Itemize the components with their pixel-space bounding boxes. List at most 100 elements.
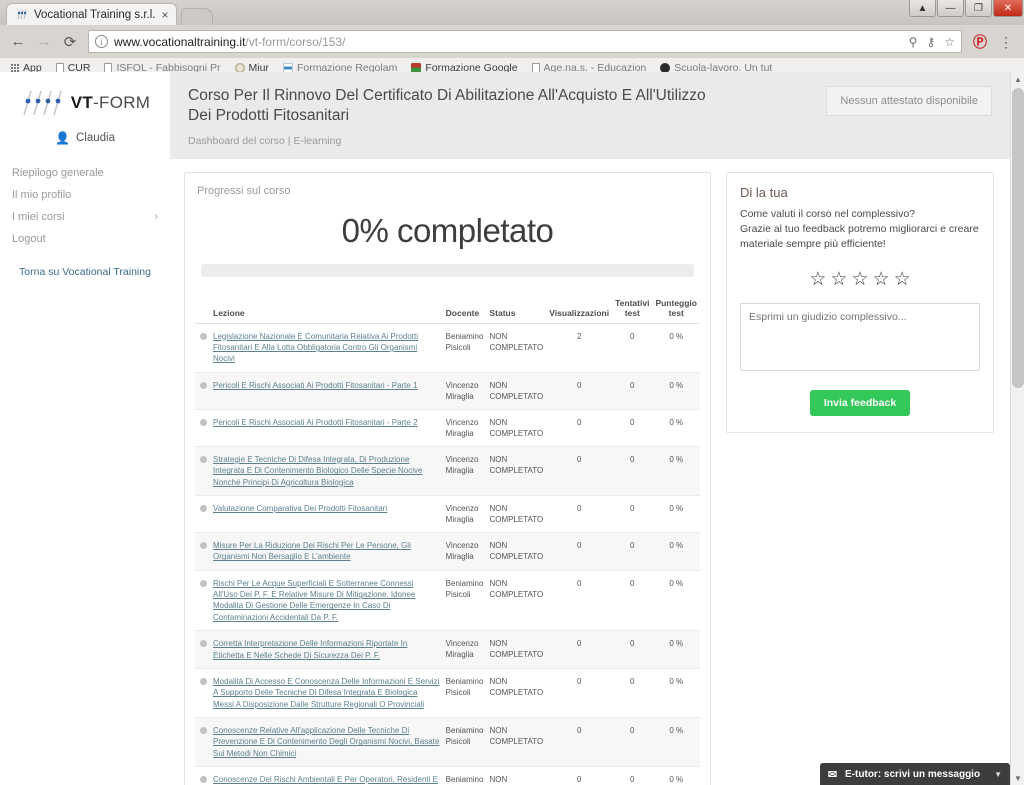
cell-docente: Beniamino Pisicoli bbox=[442, 668, 487, 718]
rating-stars[interactable]: ☆ ☆ ☆ ☆ ☆ bbox=[740, 270, 980, 289]
cell-docente: Beniamino Pisicoli bbox=[442, 766, 487, 785]
updates-icon[interactable]: ▲ bbox=[909, 0, 936, 17]
logo-brand-rest: -FORM bbox=[93, 93, 151, 112]
sidebar-user[interactable]: 👤 Claudia bbox=[0, 131, 170, 145]
page-scrollbar[interactable]: ▲ ▼ bbox=[1010, 72, 1024, 785]
table-row[interactable]: Valutazione Comparativa Dei Prodotti Fit… bbox=[195, 495, 700, 534]
site-info-icon[interactable]: i bbox=[95, 35, 108, 48]
cell-status: NON COMPLETATO bbox=[486, 668, 547, 718]
logo-mark-icon bbox=[20, 90, 66, 116]
maximize-button[interactable]: ❐ bbox=[965, 0, 992, 17]
cell-visualizzazioni: 0 bbox=[546, 570, 613, 632]
lesson-link[interactable]: Modalità Di Accesso E Conoscenza Delle I… bbox=[213, 677, 439, 709]
cell-visualizzazioni: 0 bbox=[546, 668, 613, 718]
lesson-link[interactable]: Legislazione Nazionale E Comunitaria Rel… bbox=[213, 332, 418, 364]
browser-menu-icon[interactable]: ⋮ bbox=[994, 30, 1018, 54]
table-row[interactable]: Pericoli E Rischi Associati Ai Prodotti … bbox=[195, 409, 700, 447]
scrollbar-thumb[interactable] bbox=[1012, 88, 1024, 388]
sidebar-item-riepilogo[interactable]: Riepilogo generale bbox=[0, 162, 170, 184]
table-row[interactable]: Conoscenze Relative All'applicazione Del… bbox=[195, 717, 700, 768]
star-icon[interactable]: ☆ bbox=[830, 270, 847, 289]
scroll-up-arrow[interactable]: ▲ bbox=[1011, 72, 1024, 86]
cell-tentativi: 0 bbox=[612, 717, 653, 768]
row-marker bbox=[195, 446, 210, 496]
row-marker bbox=[195, 372, 210, 410]
feedback-line-2: Grazie al tuo feedback potremo migliorar… bbox=[740, 222, 979, 251]
navigation-toolbar: ← → ⟳ i www.vocationaltraining.it/vt-for… bbox=[0, 25, 1024, 58]
feedback-textarea[interactable] bbox=[740, 303, 980, 372]
course-header: Corso Per Il Rinnovo Del Certificato Di … bbox=[170, 72, 1010, 159]
lesson-link[interactable]: Conoscenze Dei Rischi Ambientali E Per O… bbox=[213, 775, 438, 785]
table-row[interactable]: Corretta Interpretazione Delle Informazi… bbox=[195, 630, 700, 669]
reload-icon[interactable]: ⟳ bbox=[58, 30, 82, 54]
sidebar-item-logout[interactable]: Logout bbox=[0, 228, 170, 250]
cell-lezione: Pericoli E Rischi Associati Ai Prodotti … bbox=[210, 372, 443, 410]
scroll-down-arrow[interactable]: ▼ bbox=[1011, 771, 1024, 785]
sidebar-item-label: Riepilogo generale bbox=[12, 167, 104, 179]
cell-punteggio: 0 % bbox=[652, 717, 700, 768]
close-button[interactable]: ✕ bbox=[993, 0, 1023, 17]
lesson-link[interactable]: Strategie E Tecniche Di Difesa Integrata… bbox=[213, 455, 422, 487]
star-icon[interactable]: ☆ bbox=[873, 270, 890, 289]
status-bullet-icon bbox=[200, 677, 207, 685]
key-icon[interactable]: ⚷ bbox=[926, 35, 935, 49]
cell-status: NON COMPLETATO bbox=[486, 323, 547, 373]
table-row[interactable]: Rischi Per Le Acque Superficiali E Sotte… bbox=[195, 570, 700, 632]
cell-docente: Vincenzo Miraglia bbox=[442, 495, 487, 534]
th-tentativi-test: Tentativi test bbox=[612, 294, 653, 324]
cell-status: NON COMPLETATO bbox=[486, 495, 547, 534]
back-to-site-link[interactable]: Torna su Vocational Training bbox=[0, 266, 170, 278]
lesson-link[interactable]: Conoscenze Relative All'applicazione Del… bbox=[213, 726, 439, 758]
star-icon[interactable]: ☆ bbox=[851, 270, 868, 289]
bookmark-star-icon[interactable]: ☆ bbox=[944, 35, 955, 49]
envelope-icon: ✉ bbox=[827, 768, 838, 781]
sidebar-item-corsi[interactable]: I miei corsi › bbox=[0, 206, 170, 228]
forward-icon[interactable]: → bbox=[32, 30, 56, 54]
star-icon[interactable]: ☆ bbox=[894, 270, 911, 289]
table-row[interactable]: Conoscenze Dei Rischi Ambientali E Per O… bbox=[195, 766, 700, 785]
page-layout: VT-FORM 👤 Claudia Riepilogo generale Il … bbox=[0, 72, 1010, 785]
sidebar-item-profilo[interactable]: Il mio profilo bbox=[0, 184, 170, 206]
tab-close-icon[interactable]: × bbox=[161, 9, 168, 21]
cell-punteggio: 0 % bbox=[652, 372, 700, 410]
new-tab-button[interactable] bbox=[181, 8, 214, 25]
logo-brand-bold: VT bbox=[70, 93, 94, 112]
cell-lezione: Legislazione Nazionale E Comunitaria Rel… bbox=[210, 323, 443, 373]
th-lezione: Lezione bbox=[210, 294, 443, 324]
address-bar[interactable]: i www.vocationaltraining.it/vt-form/cors… bbox=[88, 30, 962, 53]
star-icon[interactable]: ☆ bbox=[809, 270, 826, 289]
lesson-link[interactable]: Rischi Per Le Acque Superficiali E Sotte… bbox=[213, 579, 415, 622]
vt-form-logo[interactable]: VT-FORM bbox=[0, 86, 170, 118]
search-icon[interactable]: ⚲ bbox=[909, 35, 918, 49]
sidebar-nav: Riepilogo generale Il mio profilo I miei… bbox=[0, 162, 170, 250]
lessons-table-head: Lezione Docente Status Visualizzazioni T… bbox=[195, 294, 700, 324]
table-row[interactable]: Misure Per La Riduzione Dei Rischi Per L… bbox=[195, 532, 700, 571]
lesson-link[interactable]: Valutazione Comparativa Dei Prodotti Fit… bbox=[213, 504, 387, 513]
table-row[interactable]: Pericoli E Rischi Associati Ai Prodotti … bbox=[195, 372, 700, 410]
table-row[interactable]: Strategie E Tecniche Di Difesa Integrata… bbox=[195, 446, 700, 496]
table-row[interactable]: Modalità Di Accesso E Conoscenza Delle I… bbox=[195, 668, 700, 718]
cell-status: NON COMPLETATO bbox=[486, 570, 547, 632]
send-feedback-button[interactable]: Invia feedback bbox=[809, 390, 911, 417]
minimize-button[interactable]: — bbox=[937, 0, 964, 17]
cell-visualizzazioni: 0 bbox=[546, 766, 613, 785]
certificate-button[interactable]: Nessun attestato disponibile bbox=[826, 86, 992, 116]
lesson-link[interactable]: Pericoli E Rischi Associati Ai Prodotti … bbox=[213, 418, 418, 427]
cell-status: NON COMPLETATO bbox=[486, 446, 547, 496]
pinterest-extension-icon[interactable]: Ⓟ bbox=[968, 30, 992, 54]
back-icon[interactable]: ← bbox=[6, 30, 30, 54]
cell-punteggio: 0 % bbox=[652, 446, 700, 496]
etutor-bar[interactable]: ✉ E-tutor: scrivi un messaggio ▼ bbox=[819, 763, 1010, 785]
lesson-link[interactable]: Corretta Interpretazione Delle Informazi… bbox=[213, 639, 407, 659]
table-row[interactable]: Legislazione Nazionale E Comunitaria Rel… bbox=[195, 323, 700, 373]
row-marker bbox=[195, 409, 210, 447]
browser-tab[interactable]: Vocational Training s.r.l. × bbox=[6, 3, 178, 25]
lesson-link[interactable]: Pericoli E Rischi Associati Ai Prodotti … bbox=[213, 381, 418, 390]
cell-docente: Beniamino Pisicoli bbox=[442, 717, 487, 768]
lesson-link[interactable]: Misure Per La Riduzione Dei Rischi Per L… bbox=[213, 541, 411, 561]
breadcrumb: Dashboard del corso | E-learning bbox=[188, 134, 342, 147]
row-marker bbox=[195, 668, 210, 718]
cell-status: NON COMPLETATO bbox=[486, 532, 547, 571]
status-bullet-icon bbox=[200, 504, 207, 512]
menu-glyph: ⋮ bbox=[999, 33, 1013, 50]
